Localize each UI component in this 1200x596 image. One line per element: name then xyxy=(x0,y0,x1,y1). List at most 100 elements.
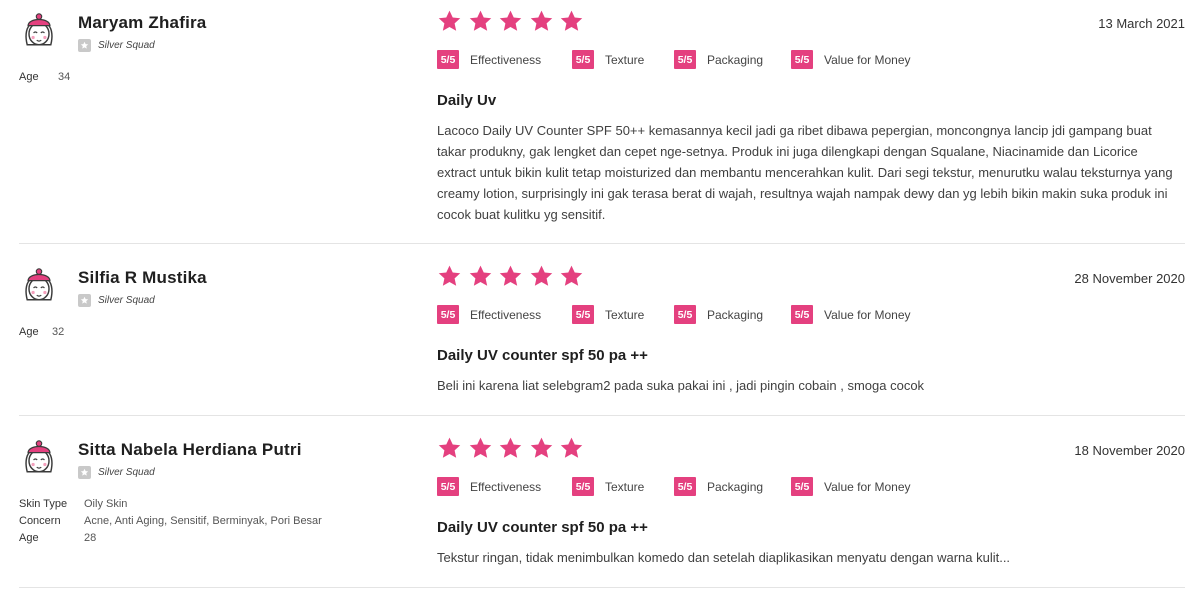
score-badge: 5/5 xyxy=(572,305,594,324)
star-badge-icon xyxy=(78,39,91,52)
rating-effectiveness: 5/5 Effectiveness xyxy=(437,305,572,324)
profile-key: Age xyxy=(19,531,39,544)
reviewer-profile: Age 32 xyxy=(19,323,64,340)
review-title: Daily UV counter spf 50 pa ++ xyxy=(437,519,648,536)
rating-label: Value for Money xyxy=(824,52,911,67)
category-ratings: 5/5 Effectiveness 5/5 Texture 5/5 Packag… xyxy=(437,305,911,324)
rating-label: Texture xyxy=(605,479,645,494)
review-date: 28 November 2020 xyxy=(1074,271,1185,286)
profile-value: Oily Skin xyxy=(84,497,128,510)
profile-value: 34 xyxy=(58,70,71,83)
rating-value-for-money: 5/5 Value for Money xyxy=(791,477,911,496)
star-icon xyxy=(530,437,552,458)
score-badge: 5/5 xyxy=(674,477,696,496)
rating-label: Packaging xyxy=(707,52,764,67)
profile-key: Age xyxy=(19,325,39,338)
score-badge: 5/5 xyxy=(791,50,813,69)
reviewer-profile: Age 34 xyxy=(19,68,70,85)
profile-value: 32 xyxy=(52,325,65,338)
star-icon xyxy=(469,10,491,31)
review-date: 13 March 2021 xyxy=(1098,16,1185,31)
divider xyxy=(19,415,1185,416)
rating-value-for-money: 5/5 Value for Money xyxy=(791,305,911,324)
review-date: 18 November 2020 xyxy=(1074,443,1185,458)
star-icon xyxy=(530,10,552,31)
member-badge: Silver Squad xyxy=(78,466,155,479)
rating-label: Packaging xyxy=(707,307,764,322)
review-title: Daily UV counter spf 50 pa ++ xyxy=(437,347,648,364)
rating-label: Texture xyxy=(605,52,645,67)
category-ratings: 5/5 Effectiveness 5/5 Texture 5/5 Packag… xyxy=(437,50,911,69)
rating-label: Texture xyxy=(605,307,645,322)
score-badge: 5/5 xyxy=(791,305,813,324)
review-text: Tekstur ringan, tidak menimbulkan komedo… xyxy=(437,550,1011,565)
profile-row-age: Age 28 xyxy=(19,529,322,546)
score-badge: 5/5 xyxy=(437,305,459,324)
star-icon xyxy=(499,265,522,286)
profile-row-age: Age 34 xyxy=(19,68,70,85)
star-badge-icon xyxy=(78,466,91,479)
rating-value-for-money: 5/5 Value for Money xyxy=(791,50,911,69)
star-icon xyxy=(499,10,522,31)
girl-avatar-icon[interactable] xyxy=(19,267,59,307)
profile-key: Age xyxy=(19,70,39,83)
score-badge: 5/5 xyxy=(437,477,459,496)
rating-texture: 5/5 Texture xyxy=(572,305,674,324)
divider xyxy=(19,587,1185,588)
star-icon xyxy=(560,437,583,458)
profile-row-skin-type: Skin Type Oily Skin xyxy=(19,495,322,512)
review-text: Lacoco Daily UV Counter SPF 50++ kemasan… xyxy=(437,123,1173,222)
rating-effectiveness: 5/5 Effectiveness xyxy=(437,50,572,69)
divider xyxy=(19,243,1185,244)
member-badge: Silver Squad xyxy=(78,39,155,52)
star-rating xyxy=(437,436,590,461)
star-rating xyxy=(437,9,590,34)
rating-label: Value for Money xyxy=(824,307,911,322)
star-icon xyxy=(438,265,461,286)
badge-label: Silver Squad xyxy=(98,40,155,51)
profile-key: Concern xyxy=(19,514,61,527)
score-badge: 5/5 xyxy=(791,477,813,496)
member-badge: Silver Squad xyxy=(78,294,155,307)
star-icon xyxy=(530,265,552,286)
score-badge: 5/5 xyxy=(674,50,696,69)
badge-label: Silver Squad xyxy=(98,467,155,478)
rating-label: Effectiveness xyxy=(470,307,542,322)
rating-label: Effectiveness xyxy=(470,479,542,494)
star-badge-icon xyxy=(78,294,91,307)
star-icon xyxy=(438,10,461,31)
badge-label: Silver Squad xyxy=(98,295,155,306)
reviewer-name[interactable]: Silfia R Mustika xyxy=(78,268,207,288)
profile-row-concern: Concern Acne, Anti Aging, Sensitif, Berm… xyxy=(19,512,322,529)
score-badge: 5/5 xyxy=(674,305,696,324)
rating-texture: 5/5 Texture xyxy=(572,477,674,496)
review-title: Daily Uv xyxy=(437,92,497,109)
star-icon xyxy=(560,265,583,286)
profile-value: Acne, Anti Aging, Sensitif, Berminyak, P… xyxy=(84,514,322,527)
profile-row-age: Age 32 xyxy=(19,323,64,340)
rating-texture: 5/5 Texture xyxy=(572,50,674,69)
profile-value: 28 xyxy=(84,531,97,544)
category-ratings: 5/5 Effectiveness 5/5 Texture 5/5 Packag… xyxy=(437,477,911,496)
score-badge: 5/5 xyxy=(437,50,459,69)
rating-packaging: 5/5 Packaging xyxy=(674,305,791,324)
star-rating xyxy=(437,264,590,289)
reviewer-name[interactable]: Sitta Nabela Herdiana Putri xyxy=(78,440,302,460)
star-icon xyxy=(469,437,491,458)
score-badge: 5/5 xyxy=(572,477,594,496)
reviewer-name[interactable]: Maryam Zhafira xyxy=(78,13,206,33)
review-text: Beli ini karena liat selebgram2 pada suk… xyxy=(437,378,925,393)
rating-label: Effectiveness xyxy=(470,52,542,67)
rating-effectiveness: 5/5 Effectiveness xyxy=(437,477,572,496)
rating-label: Packaging xyxy=(707,479,764,494)
score-badge: 5/5 xyxy=(572,50,594,69)
rating-packaging: 5/5 Packaging xyxy=(674,50,791,69)
reviewer-profile: Skin Type Oily Skin Concern Acne, Anti A… xyxy=(19,495,322,546)
girl-avatar-icon[interactable] xyxy=(19,439,59,479)
star-icon xyxy=(560,10,583,31)
girl-avatar-icon[interactable] xyxy=(19,12,59,52)
rating-label: Value for Money xyxy=(824,479,911,494)
star-icon xyxy=(438,437,461,458)
star-icon xyxy=(469,265,491,286)
profile-key: Skin Type xyxy=(19,497,68,510)
